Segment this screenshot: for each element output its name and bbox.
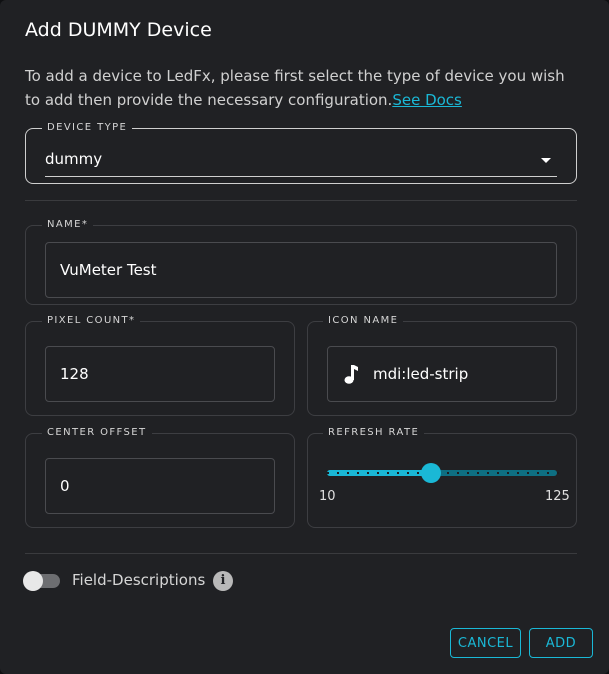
device-type-underline bbox=[45, 176, 557, 177]
toggle-knob[interactable] bbox=[23, 571, 43, 591]
slider-step-mark bbox=[557, 472, 559, 474]
slider-step-mark bbox=[457, 472, 459, 474]
slider-step-mark bbox=[387, 472, 389, 474]
info-icon[interactable]: i bbox=[213, 571, 233, 591]
field-descriptions-label: Field-Descriptions bbox=[72, 571, 206, 589]
chevron-down-icon[interactable] bbox=[541, 158, 551, 163]
slider-step-mark bbox=[517, 472, 519, 474]
device-type-label: DEVICE TYPE bbox=[42, 122, 133, 134]
slider-step-mark bbox=[367, 472, 369, 474]
icon-name-label: ICON NAME bbox=[323, 315, 404, 327]
refresh-rate-group bbox=[307, 433, 577, 528]
slider-step-mark bbox=[547, 472, 549, 474]
music-note-icon bbox=[344, 364, 358, 386]
center-offset-value: 0 bbox=[60, 477, 70, 495]
slider-step-mark bbox=[487, 472, 489, 474]
refresh-rate-label: REFRESH RATE bbox=[323, 427, 425, 439]
slider-step-mark bbox=[337, 472, 339, 474]
slider-step-mark bbox=[507, 472, 509, 474]
refresh-rate-slider[interactable] bbox=[327, 463, 559, 483]
pixel-count-input[interactable]: 128 bbox=[45, 346, 275, 402]
pixel-count-label: PIXEL COUNT* bbox=[42, 315, 141, 327]
icon-name-group: mdi:led-strip bbox=[307, 321, 577, 416]
slider-step-mark bbox=[417, 472, 419, 474]
icon-name-input[interactable]: mdi:led-strip bbox=[327, 346, 557, 402]
slider-step-mark bbox=[467, 472, 469, 474]
slider-fill bbox=[327, 470, 431, 476]
dialog-description: To add a device to LedFx, please first s… bbox=[25, 64, 565, 112]
slider-step-mark bbox=[407, 472, 409, 474]
slider-thumb[interactable] bbox=[421, 463, 441, 483]
device-type-value: dummy bbox=[45, 150, 103, 168]
center-offset-input[interactable]: 0 bbox=[45, 458, 275, 514]
slider-step-mark bbox=[447, 472, 449, 474]
add-device-dialog: Add DUMMY Device To add a device to LedF… bbox=[0, 0, 609, 674]
name-input[interactable]: VuMeter Test bbox=[45, 242, 557, 298]
slider-step-mark bbox=[537, 472, 539, 474]
dialog-title: Add DUMMY Device bbox=[25, 19, 212, 41]
add-button[interactable]: ADD bbox=[529, 628, 593, 658]
device-type-select[interactable]: dummy bbox=[25, 128, 577, 184]
description-text: To add a device to LedFx, please first s… bbox=[25, 67, 565, 109]
divider bbox=[25, 200, 577, 201]
slider-min-label: 10 bbox=[319, 489, 336, 504]
slider-step-mark bbox=[327, 472, 329, 474]
center-offset-label: CENTER OFFSET bbox=[42, 427, 152, 439]
slider-step-mark bbox=[497, 472, 499, 474]
slider-step-mark bbox=[347, 472, 349, 474]
pixel-count-group: 128 bbox=[25, 321, 295, 416]
slider-max-label: 125 bbox=[545, 489, 570, 504]
slider-step-mark bbox=[377, 472, 379, 474]
name-label: NAME* bbox=[42, 219, 94, 231]
see-docs-link[interactable]: See Docs bbox=[392, 91, 462, 109]
slider-step-mark bbox=[397, 472, 399, 474]
name-group: VuMeter Test bbox=[25, 225, 577, 305]
slider-step-mark bbox=[357, 472, 359, 474]
center-offset-group: 0 bbox=[25, 433, 295, 528]
slider-step-mark bbox=[527, 472, 529, 474]
pixel-count-value: 128 bbox=[60, 365, 89, 383]
slider-step-mark bbox=[477, 472, 479, 474]
divider bbox=[25, 553, 577, 554]
name-input-value: VuMeter Test bbox=[60, 261, 157, 279]
cancel-button[interactable]: CANCEL bbox=[450, 628, 521, 658]
icon-name-value: mdi:led-strip bbox=[373, 365, 469, 383]
